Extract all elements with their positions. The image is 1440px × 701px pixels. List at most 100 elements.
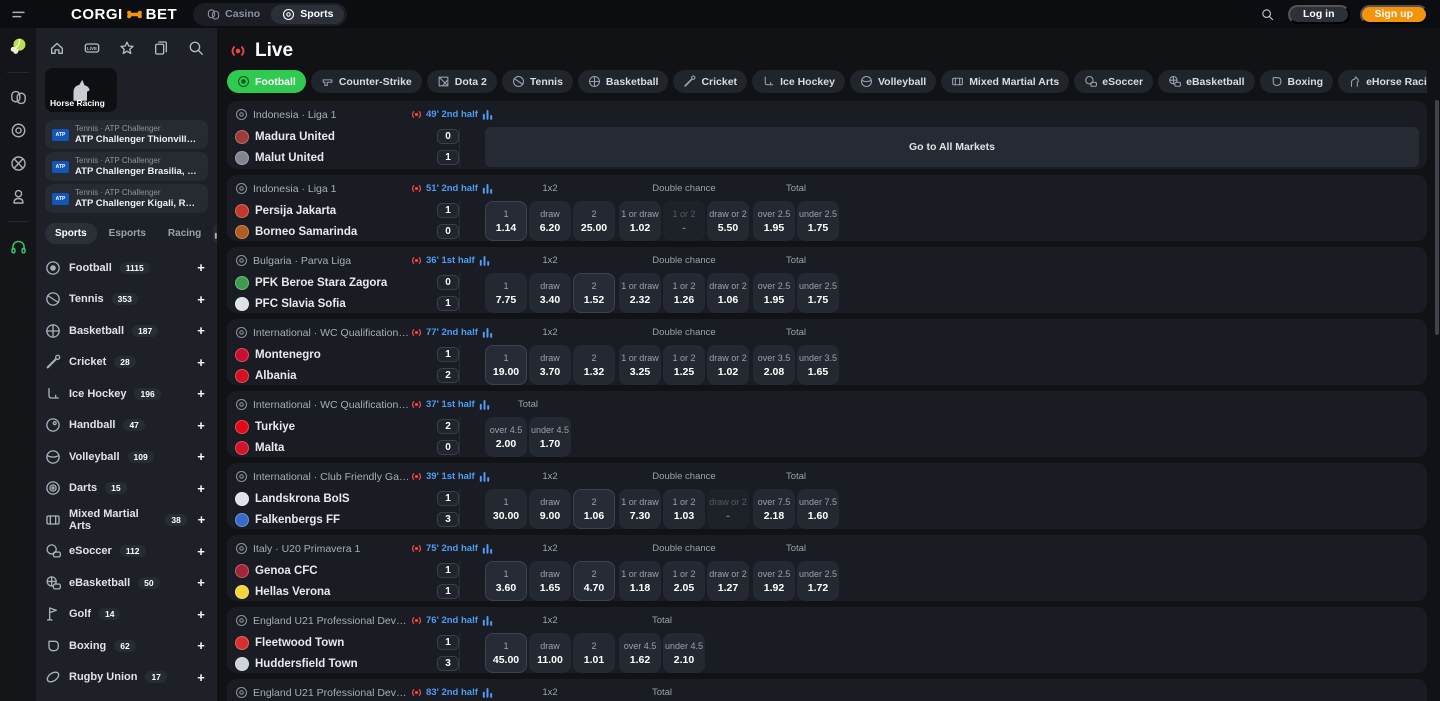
expand-plus-button[interactable]: +: [194, 260, 208, 275]
match-panel[interactable]: International · Club Friendly Games39' 1…: [227, 463, 1427, 529]
live-badge-icon[interactable]: LIVE: [84, 40, 100, 56]
sidebar-tab-racing[interactable]: Racing: [158, 223, 211, 244]
odds-button[interactable]: under 2.51.75: [797, 273, 839, 313]
odds-button[interactable]: 1 or 22.05: [663, 561, 705, 601]
odds-button[interactable]: under 3.51.65: [797, 345, 839, 385]
featured-event[interactable]: ATPTennis · ATP ChallengerATP Challenger…: [45, 120, 208, 149]
odds-button[interactable]: draw11.00: [529, 633, 571, 673]
sport-tab-dota2[interactable]: Dota 2: [427, 70, 497, 93]
sidebar-sport-cricket[interactable]: Cricket28+: [45, 347, 208, 379]
corgibet-logo-icon[interactable]: [8, 36, 28, 56]
odds-button[interactable]: draw or 21.27: [707, 561, 749, 601]
search-icon[interactable]: [1261, 8, 1274, 21]
team-row[interactable]: Persija Jakarta1: [235, 201, 459, 220]
team-row[interactable]: Albania2: [235, 366, 459, 385]
odds-button[interactable]: 1 or draw1.18: [619, 561, 661, 601]
odds-button[interactable]: 1 or draw1.02: [619, 201, 661, 241]
sidebar-sport-mma[interactable]: Mixed Martial Arts38+: [45, 504, 208, 536]
odds-button[interactable]: 1 or 21.03: [663, 489, 705, 529]
odds-button[interactable]: over 4.52.00: [485, 417, 527, 457]
expand-plus-button[interactable]: +: [194, 418, 208, 433]
expand-plus-button[interactable]: +: [194, 607, 208, 622]
match-panel[interactable]: International · WC Qualification, Women7…: [227, 319, 1427, 385]
expand-plus-button[interactable]: +: [194, 670, 208, 685]
sidebar-sport-ice-hockey[interactable]: Ice Hockey196+: [45, 378, 208, 410]
team-row[interactable]: PFC Slavia Sofia1: [235, 294, 459, 313]
odds-button[interactable]: 1 or 21.25: [663, 345, 705, 385]
sidebar-sport-basketball[interactable]: Basketball187+: [45, 315, 208, 347]
headphones-support-icon[interactable]: [10, 238, 27, 255]
odds-button[interactable]: 11.14: [485, 201, 527, 241]
match-panel[interactable]: Bulgaria · Parva Liga36' 1st half1x2Doub…: [227, 247, 1427, 313]
signup-button[interactable]: Sign up: [1360, 5, 1429, 24]
odds-button[interactable]: over 2.51.92: [753, 561, 795, 601]
sport-tab-mma[interactable]: Mixed Martial Arts: [941, 70, 1069, 93]
match-panel[interactable]: Indonesia · Liga 149' 2nd halfMadura Uni…: [227, 101, 1427, 169]
target-icon[interactable]: [10, 122, 27, 139]
odds-button[interactable]: draw6.20: [529, 201, 571, 241]
featured-event[interactable]: ATPTennis · ATP ChallengerATP Challenger…: [45, 184, 208, 213]
sidebar-sport-tennis[interactable]: Tennis353+: [45, 284, 208, 316]
team-row[interactable]: Hellas Verona1: [235, 582, 459, 601]
sidebar-sport-esoccer[interactable]: eSoccer112+: [45, 536, 208, 568]
team-row[interactable]: Madura United0: [235, 127, 459, 146]
odds-button[interactable]: 1 or 21.26: [663, 273, 705, 313]
stats-icon[interactable]: [481, 108, 494, 121]
odds-button[interactable]: over 3.52.08: [753, 345, 795, 385]
team-row[interactable]: Huddersfield Town3: [235, 654, 459, 673]
expand-plus-button[interactable]: +: [195, 512, 208, 527]
odds-button[interactable]: under 2.51.72: [797, 561, 839, 601]
hamburger-menu-icon[interactable]: [12, 8, 25, 21]
odds-button[interactable]: 145.00: [485, 633, 527, 673]
team-row[interactable]: Genoa CFC1: [235, 561, 459, 580]
odds-button[interactable]: under 7.51.60: [797, 489, 839, 529]
odds-button[interactable]: draw9.00: [529, 489, 571, 529]
odds-button[interactable]: over 2.51.95: [753, 273, 795, 313]
expand-plus-button[interactable]: +: [194, 575, 208, 590]
odds-button[interactable]: 1 or draw3.25: [619, 345, 661, 385]
nav-casino-button[interactable]: Casino: [196, 5, 271, 24]
sidebar-sport-rugby[interactable]: Rugby Union17+: [45, 662, 208, 694]
team-row[interactable]: PFK Beroe Stara Zagora0: [235, 273, 459, 292]
team-row[interactable]: Landskrona BoIS1: [235, 489, 459, 508]
odds-button[interactable]: 119.00: [485, 345, 527, 385]
odds-button[interactable]: 24.70: [573, 561, 615, 601]
team-row[interactable]: Borneo Samarinda0: [235, 222, 459, 241]
sidebar-sport-ebasketball[interactable]: eBasketball50+: [45, 567, 208, 599]
star-icon[interactable]: [119, 40, 135, 56]
odds-button[interactable]: draw or 25.50: [707, 201, 749, 241]
odds-button[interactable]: 21.01: [573, 633, 615, 673]
odds-button[interactable]: 21.32: [573, 345, 615, 385]
login-button[interactable]: Log in: [1288, 5, 1350, 24]
sport-tab-basketball[interactable]: Basketball: [578, 70, 669, 93]
team-row[interactable]: Montenegro1: [235, 345, 459, 364]
odds-button[interactable]: over 2.51.95: [753, 201, 795, 241]
expand-plus-button[interactable]: +: [194, 323, 208, 338]
match-panel[interactable]: England U21 Professional Development Lea…: [227, 607, 1427, 673]
odds-button[interactable]: under 4.52.10: [663, 633, 705, 673]
sidebar-sport-darts[interactable]: Darts15+: [45, 473, 208, 505]
sidebar-sport-handball[interactable]: Handball47+: [45, 410, 208, 442]
team-row[interactable]: Fleetwood Town1: [235, 633, 459, 652]
sport-tab-cricket[interactable]: Cricket: [673, 70, 747, 93]
sidebar-tab-esports[interactable]: Esports: [99, 223, 156, 244]
odds-button[interactable]: 130.00: [485, 489, 527, 529]
odds-button[interactable]: draw3.40: [529, 273, 571, 313]
expand-plus-button[interactable]: +: [194, 386, 208, 401]
sport-tab-esoccer[interactable]: eSoccer: [1074, 70, 1153, 93]
team-row[interactable]: Falkenbergs FF3: [235, 510, 459, 529]
odds-button[interactable]: under 2.51.75: [797, 201, 839, 241]
odds-button[interactable]: over 4.51.62: [619, 633, 661, 673]
expand-plus-button[interactable]: +: [194, 481, 208, 496]
sport-tab-football[interactable]: Football: [227, 70, 306, 93]
featured-event[interactable]: ATPTennis · ATP ChallengerATP Challenger…: [45, 152, 208, 181]
odds-button[interactable]: draw or 21.02: [707, 345, 749, 385]
expand-plus-button[interactable]: +: [194, 292, 208, 307]
sport-tab-counter-strike[interactable]: Counter-Strike: [311, 70, 422, 93]
odds-button[interactable]: draw3.70: [529, 345, 571, 385]
odds-button[interactable]: 13.60: [485, 561, 527, 601]
odds-button[interactable]: 1 or draw7.30: [619, 489, 661, 529]
odds-button[interactable]: 21.52: [573, 273, 615, 313]
go-to-all-markets-button[interactable]: Go to All Markets: [485, 127, 1419, 167]
odds-button[interactable]: 1 or draw2.32: [619, 273, 661, 313]
